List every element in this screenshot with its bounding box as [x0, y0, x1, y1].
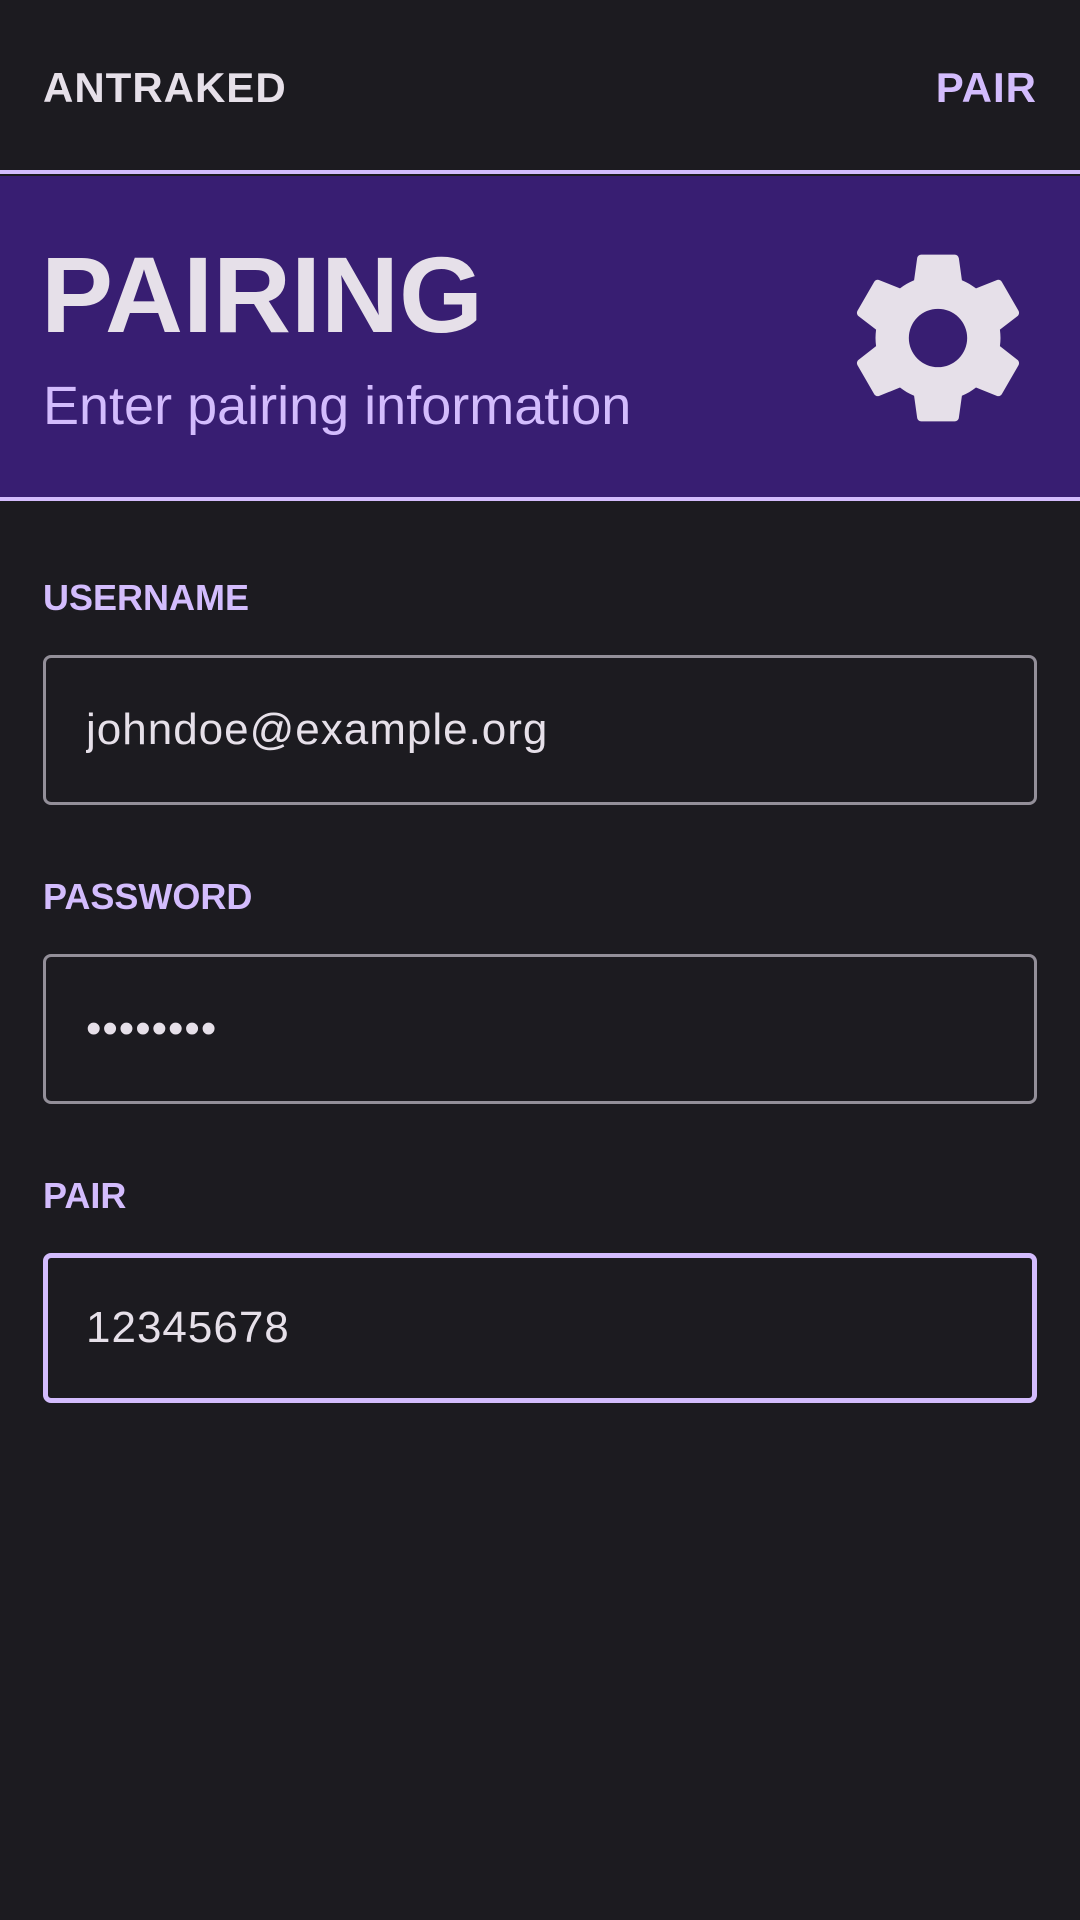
password-label: PASSWORD	[43, 876, 253, 917]
gear-icon	[856, 254, 1020, 422]
page-title: PAIRING	[41, 234, 484, 355]
app-title: ANTRAKED	[43, 64, 287, 111]
pairing-banner: PAIRING Enter pairing information	[0, 176, 1080, 501]
username-field[interactable]	[43, 655, 1037, 805]
password-input[interactable]	[86, 957, 986, 1101]
password-field[interactable]	[43, 954, 1037, 1104]
pair-button[interactable]: PAIR	[936, 62, 1037, 114]
page-subtitle: Enter pairing information	[43, 376, 632, 436]
pair-code-input[interactable]	[86, 1258, 986, 1398]
top-app-bar: ANTRAKED PAIR	[0, 0, 1080, 174]
pair-code-field[interactable]	[43, 1253, 1037, 1403]
username-label: USERNAME	[43, 577, 250, 618]
pair-label: PAIR	[43, 1175, 127, 1216]
username-input[interactable]	[86, 658, 986, 802]
pairing-screen: ANTRAKED PAIR PAIRING Enter pairing info…	[0, 0, 1080, 1920]
